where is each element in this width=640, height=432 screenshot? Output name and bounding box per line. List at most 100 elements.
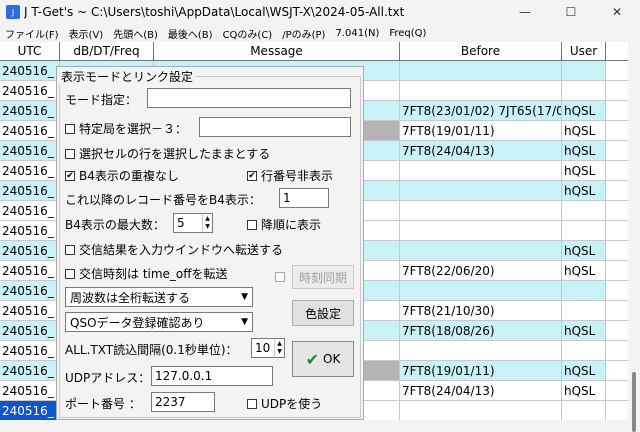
checkbox-box[interactable] [247, 219, 257, 230]
user-cell[interactable]: hQSL [562, 241, 606, 260]
no-b4-duplicate-checkbox[interactable]: ✔ B4表示の重複なし [65, 167, 179, 184]
utc-cell[interactable]: 240516_ [0, 81, 60, 100]
keep-selection-checkbox[interactable]: 選択セルの行を選択したままとする [65, 145, 270, 162]
b4-max-spinner[interactable]: 5 ▲ ▼ [173, 213, 213, 233]
header-db-dt-freq[interactable]: dB/DT/Freq [60, 42, 154, 60]
utc-cell[interactable]: 240516_ [0, 241, 60, 260]
interval-spinner[interactable]: 10 ▲ ▼ [251, 338, 285, 358]
utc-cell[interactable]: 240516_ [0, 161, 60, 180]
utc-cell[interactable]: 240516_ [0, 121, 60, 140]
hide-row-number-checkbox[interactable]: ✔ 行番号非表示 [247, 167, 333, 184]
utc-cell[interactable]: 240516_ [0, 341, 60, 360]
utc-cell[interactable]: 240516_ [0, 201, 60, 220]
menu-frequency-value[interactable]: 7.041(N) [330, 28, 384, 39]
menu-first[interactable]: 先頭へ(B) [108, 26, 163, 41]
user-cell[interactable]: hQSL [562, 321, 606, 340]
before-cell[interactable]: 7FT8(23/01/02) 7JT65(17/0 [400, 101, 562, 120]
user-cell[interactable]: hQSL [562, 141, 606, 160]
transfer-result-checkbox[interactable]: 交信結果を入力ウインドウへ転送する [65, 241, 283, 258]
maximize-icon[interactable]: ☐ [548, 0, 594, 24]
qso-confirm-dropdown[interactable]: QSOデータ登録確認あり ▼ [65, 312, 253, 332]
before-cell[interactable] [400, 161, 562, 180]
checkbox-box[interactable] [65, 123, 75, 134]
menu-file[interactable]: ファイル(F) [0, 26, 64, 41]
ok-button[interactable]: ✔ OK [292, 341, 354, 377]
user-cell[interactable] [562, 221, 606, 240]
utc-cell[interactable]: 240516_ [0, 301, 60, 320]
b4-max-value[interactable]: 5 [174, 214, 202, 232]
descending-checkbox[interactable]: 降順に表示 [247, 216, 321, 233]
spinner-arrows-icon[interactable]: ▲ ▼ [202, 214, 212, 232]
before-cell[interactable]: 7FT8(19/01/11) [400, 121, 562, 140]
header-user[interactable]: User [562, 42, 606, 60]
interval-value[interactable]: 10 [252, 339, 274, 357]
before-cell[interactable] [400, 61, 562, 80]
before-cell[interactable] [400, 281, 562, 300]
user-cell[interactable]: hQSL [562, 121, 606, 140]
utc-cell[interactable]: 240516_ [0, 101, 60, 120]
checkbox-box[interactable] [65, 244, 75, 255]
utc-cell[interactable]: 240516_ [0, 321, 60, 340]
menu-view[interactable]: 表示(V) [64, 26, 109, 41]
header-utc[interactable]: UTC [0, 42, 60, 60]
user-cell[interactable]: hQSL [562, 181, 606, 200]
use-udp-checkbox[interactable]: UDPを使う [247, 395, 322, 412]
before-cell[interactable] [400, 221, 562, 240]
user-cell[interactable]: hQSL [562, 101, 606, 120]
time-sync-checkbox[interactable] [275, 272, 285, 282]
scrollbar-thumb[interactable] [632, 372, 636, 432]
before-cell[interactable]: 7FT8(22/06/20) [400, 261, 562, 280]
before-cell[interactable]: 7FT8(19/01/11) [400, 361, 562, 380]
before-cell[interactable] [400, 401, 562, 420]
utc-cell[interactable]: 240516_ [0, 221, 60, 240]
user-cell[interactable] [562, 201, 606, 220]
utc-cell[interactable]: 240516_ [0, 261, 60, 280]
udp-address-input[interactable]: 127.0.0.1 [151, 366, 273, 386]
utc-cell[interactable]: 240516_ [0, 141, 60, 160]
user-cell[interactable] [562, 81, 606, 100]
before-cell[interactable]: 7FT8(24/04/13) [400, 381, 562, 400]
user-cell[interactable]: hQSL [562, 161, 606, 180]
menu-portable-only[interactable]: /Pのみ(P) [277, 26, 330, 41]
b4-record-input[interactable]: 1 [279, 188, 329, 208]
utc-cell[interactable]: 240516_ [0, 181, 60, 200]
minimize-icon[interactable]: — [502, 0, 548, 24]
user-cell[interactable] [562, 281, 606, 300]
menu-last[interactable]: 最後へ(B) [163, 26, 218, 41]
frequency-transfer-dropdown[interactable]: 周波数は全桁転送する ▼ [65, 287, 253, 307]
time-sync-button[interactable]: 時刻同期 [292, 265, 354, 289]
before-cell[interactable]: 7FT8(18/08/26) [400, 321, 562, 340]
utc-cell[interactable]: 240516_ [0, 401, 60, 420]
header-before[interactable]: Before [400, 42, 562, 60]
specific-station-checkbox[interactable]: 特定局を選択－３： [65, 120, 187, 137]
menu-freq[interactable]: Freq(Q) [384, 28, 431, 39]
vertical-scrollbar[interactable] [628, 42, 640, 432]
checkbox-checked-mark[interactable]: ✔ [65, 170, 75, 181]
checkbox-checked-mark[interactable]: ✔ [247, 170, 257, 181]
before-cell[interactable] [400, 181, 562, 200]
mode-input[interactable] [147, 88, 351, 108]
port-input[interactable]: 2237 [151, 392, 215, 412]
before-cell[interactable] [400, 81, 562, 100]
transfer-time-checkbox[interactable]: 交信時刻は time_offを転送 [65, 265, 228, 282]
spinner-arrows-icon[interactable]: ▲ ▼ [274, 339, 284, 357]
before-cell[interactable] [400, 241, 562, 260]
checkbox-box[interactable] [65, 268, 75, 279]
user-cell[interactable]: hQSL [562, 381, 606, 400]
checkbox-box[interactable] [247, 398, 257, 409]
color-settings-button[interactable]: 色設定 [292, 300, 354, 326]
user-cell[interactable] [562, 401, 606, 420]
specific-station-input[interactable] [199, 117, 351, 137]
before-cell[interactable]: 7FT8(24/04/13) [400, 141, 562, 160]
user-cell[interactable] [562, 341, 606, 360]
utc-cell[interactable]: 240516_ [0, 281, 60, 300]
user-cell[interactable] [562, 301, 606, 320]
menu-cq-only[interactable]: CQのみ(C) [218, 26, 278, 41]
utc-cell[interactable]: 240516_ [0, 61, 60, 80]
before-cell[interactable] [400, 201, 562, 220]
user-cell[interactable]: hQSL [562, 261, 606, 280]
close-icon[interactable]: ✕ [594, 0, 640, 24]
header-message[interactable]: Message [154, 42, 400, 60]
user-cell[interactable]: hQSL [562, 361, 606, 380]
user-cell[interactable] [562, 61, 606, 80]
